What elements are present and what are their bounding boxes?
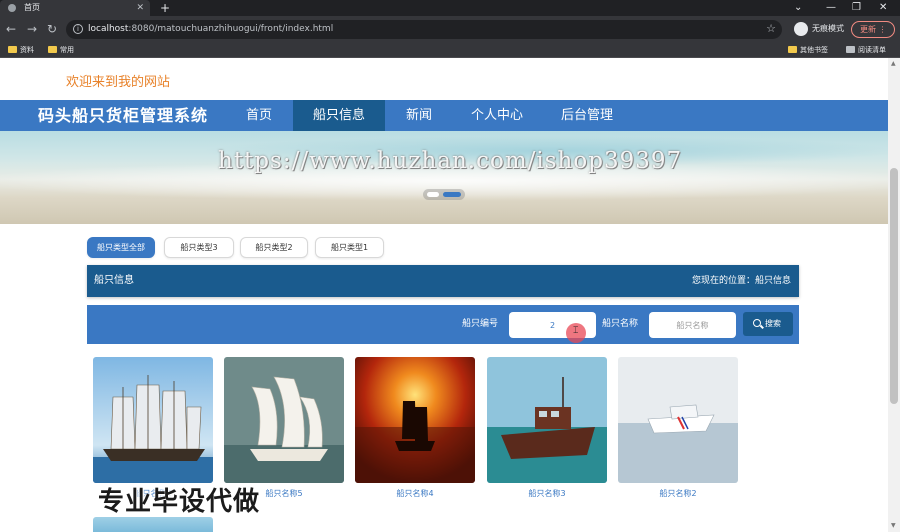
category-type-3[interactable]: 船只类型3 bbox=[164, 237, 234, 258]
minimize-icon[interactable]: — bbox=[826, 0, 836, 16]
banner-watermark: https://www.huzhan.com/ishop39397 bbox=[218, 148, 683, 174]
folder-icon bbox=[788, 46, 797, 53]
ship-name[interactable]: 船只名称4 bbox=[355, 488, 475, 499]
ship-name[interactable]: 船只名称2 bbox=[618, 488, 738, 499]
web-page: 欢迎来到我的网站 码头船只货柜管理系统 首页 船只信息 新闻 个人中心 后台管理… bbox=[0, 58, 888, 532]
incognito-indicator[interactable]: 无痕模式 bbox=[794, 21, 844, 37]
ship-name[interactable]: 船只名称3 bbox=[487, 488, 607, 499]
nav-home[interactable]: 首页 bbox=[232, 100, 286, 131]
search-icon bbox=[753, 319, 761, 327]
scrollbar-thumb[interactable] bbox=[890, 168, 898, 404]
scroll-up-icon[interactable]: ▲ bbox=[891, 60, 896, 67]
search-button[interactable]: 搜索 bbox=[743, 312, 793, 336]
restore-icon[interactable]: ❐ bbox=[852, 0, 861, 16]
page-scrollbar[interactable]: ▲ ▼ bbox=[888, 58, 900, 532]
tab-title: 首页 bbox=[24, 3, 40, 12]
welcome-text: 欢迎来到我的网站 bbox=[66, 75, 171, 90]
banner-carousel[interactable]: https://www.huzhan.com/ishop39397 bbox=[0, 131, 888, 224]
site-info-icon[interactable]: i bbox=[73, 24, 83, 34]
carousel-dot-active[interactable] bbox=[443, 192, 461, 197]
category-type-1[interactable]: 船只类型1 bbox=[315, 237, 384, 258]
section-header: 船只信息 您现在的位置：船只信息 bbox=[87, 265, 799, 297]
carousel-dot[interactable] bbox=[427, 192, 439, 197]
bookmark-folder[interactable]: 资料 bbox=[8, 42, 34, 58]
category-all[interactable]: 船只类型全部 bbox=[87, 237, 155, 258]
address-bar[interactable]: i localhost:8080/matouchuanzhihuogui/fro… bbox=[66, 20, 782, 39]
reload-icon[interactable]: ↻ bbox=[47, 21, 57, 37]
ship-card[interactable]: 船只名称6 bbox=[93, 357, 213, 499]
nav-ship-info[interactable]: 船只信息 bbox=[293, 100, 385, 131]
bookmark-star-icon[interactable]: ☆ bbox=[766, 22, 776, 35]
new-tab-button[interactable]: + bbox=[160, 0, 170, 16]
close-window-icon[interactable]: ✕ bbox=[879, 0, 887, 16]
nav-news[interactable]: 新闻 bbox=[392, 100, 446, 131]
browser-tab[interactable]: 首页 ✕ bbox=[0, 0, 150, 16]
ship-card-partial[interactable] bbox=[93, 517, 213, 532]
ship-name-input[interactable] bbox=[649, 312, 736, 338]
search-bar: 船只编号 船只名称 搜索 bbox=[87, 305, 799, 344]
bookmark-folder[interactable]: 常用 bbox=[48, 42, 74, 58]
globe-icon bbox=[8, 4, 16, 12]
forward-icon[interactable]: → bbox=[27, 21, 37, 37]
back-icon[interactable]: ← bbox=[6, 21, 16, 37]
ship-image-sailboat[interactable] bbox=[224, 357, 344, 483]
site-title: 码头船只货柜管理系统 bbox=[38, 106, 209, 125]
nav-admin[interactable]: 后台管理 bbox=[552, 100, 622, 131]
tab-search-icon[interactable]: ⌄ bbox=[794, 0, 802, 16]
incognito-icon bbox=[794, 22, 808, 36]
promo-overlay: 专业毕设代做 bbox=[98, 487, 261, 517]
browser-tab-bar: 首页 ✕ + ⌄ — ❐ ✕ bbox=[0, 0, 900, 16]
section-title: 船只信息 bbox=[94, 275, 134, 286]
ship-card[interactable]: 船只名称3 bbox=[487, 357, 607, 499]
ship-card[interactable]: 船只名称2 bbox=[618, 357, 738, 499]
reading-list-icon bbox=[846, 46, 855, 53]
update-button[interactable]: 更新 ⋮ bbox=[851, 21, 895, 38]
nav-personal-center[interactable]: 个人中心 bbox=[462, 100, 532, 131]
scroll-down-icon[interactable]: ▼ bbox=[891, 522, 896, 529]
folder-icon bbox=[8, 46, 17, 53]
category-type-2[interactable]: 船只类型2 bbox=[240, 237, 308, 258]
reading-list[interactable]: 阅读清单 bbox=[846, 42, 886, 58]
ship-image-sunset-ship[interactable] bbox=[355, 357, 475, 483]
ship-number-label: 船只编号 bbox=[462, 319, 499, 329]
close-tab-icon[interactable]: ✕ bbox=[136, 0, 144, 16]
ship-image-tall-ship[interactable] bbox=[93, 357, 213, 483]
ship-card[interactable]: 船只名称5 bbox=[224, 357, 344, 499]
other-bookmarks[interactable]: 其他书签 bbox=[788, 42, 828, 58]
url-text[interactable]: localhost:8080/matouchuanzhihuogui/front… bbox=[88, 20, 333, 39]
carousel-indicators bbox=[423, 189, 465, 200]
main-nav: 码头船只货柜管理系统 首页 船只信息 新闻 个人中心 后台管理 bbox=[0, 100, 888, 131]
folder-icon bbox=[48, 46, 57, 53]
bookmarks-bar: 资料 常用 其他书签 阅读清单 bbox=[0, 42, 900, 58]
cursor-icon: ⌶ bbox=[573, 326, 579, 336]
ship-name-label: 船只名称 bbox=[602, 319, 639, 329]
ship-card[interactable]: 船只名称4 bbox=[355, 357, 475, 499]
ship-image-fishing-boat[interactable] bbox=[487, 357, 607, 483]
ship-image-patrol-boat[interactable] bbox=[618, 357, 738, 483]
breadcrumb: 您现在的位置：船只信息 bbox=[691, 276, 791, 286]
